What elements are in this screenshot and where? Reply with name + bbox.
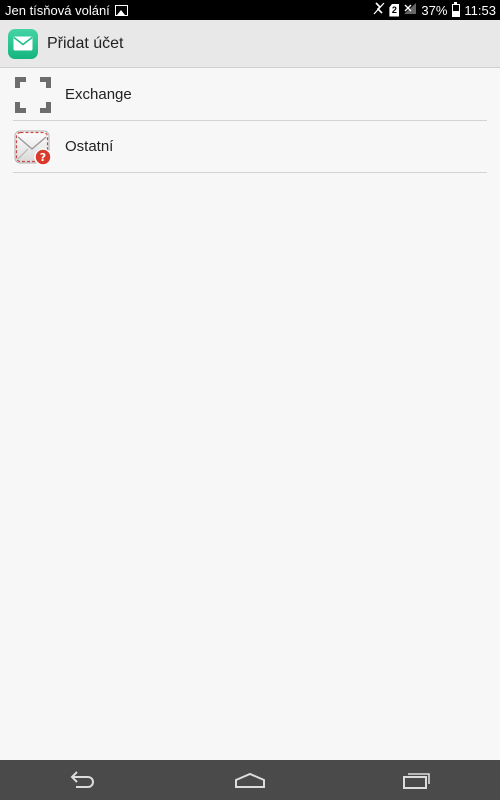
recent-apps-icon [402, 773, 430, 789]
mail-app-icon[interactable] [8, 28, 38, 59]
action-bar: Přidat účet [0, 20, 500, 68]
back-button[interactable] [53, 760, 113, 800]
list-item-exchange[interactable]: Exchange [13, 69, 487, 121]
no-vibrate-icon [373, 2, 385, 18]
navigation-bar [0, 760, 500, 800]
carrier-text: Jen tísňová volání [5, 2, 110, 18]
back-icon [70, 771, 95, 788]
screen: Jen tísňová volání 2 37% 11:53 Přidat úč… [0, 0, 500, 800]
image-icon [114, 4, 128, 16]
no-signal-icon [403, 2, 417, 18]
status-bar: Jen tísňová volání 2 37% 11:53 [0, 0, 500, 20]
status-right: 2 37% 11:53 [373, 1, 496, 18]
home-button[interactable] [220, 760, 280, 800]
exchange-icon [14, 76, 52, 114]
list-item-other[interactable]: ? Ostatní [13, 121, 487, 173]
clock: 11:53 [464, 2, 496, 18]
page-title: Přidat účet [47, 34, 124, 52]
battery-percent: 37% [421, 2, 448, 18]
recent-apps-button[interactable] [387, 760, 447, 800]
account-type-list: Exchange ? Ostatní [13, 69, 487, 173]
list-item-label: Exchange [65, 86, 132, 103]
battery-icon [452, 1, 461, 17]
status-left: Jen tísňová volání [5, 3, 128, 18]
list-item-label: Ostatní [65, 138, 114, 155]
other-mail-icon: ? [14, 128, 52, 166]
sim-icon: 2 [389, 3, 400, 17]
svg-text:?: ? [40, 151, 46, 164]
home-icon [234, 772, 265, 788]
